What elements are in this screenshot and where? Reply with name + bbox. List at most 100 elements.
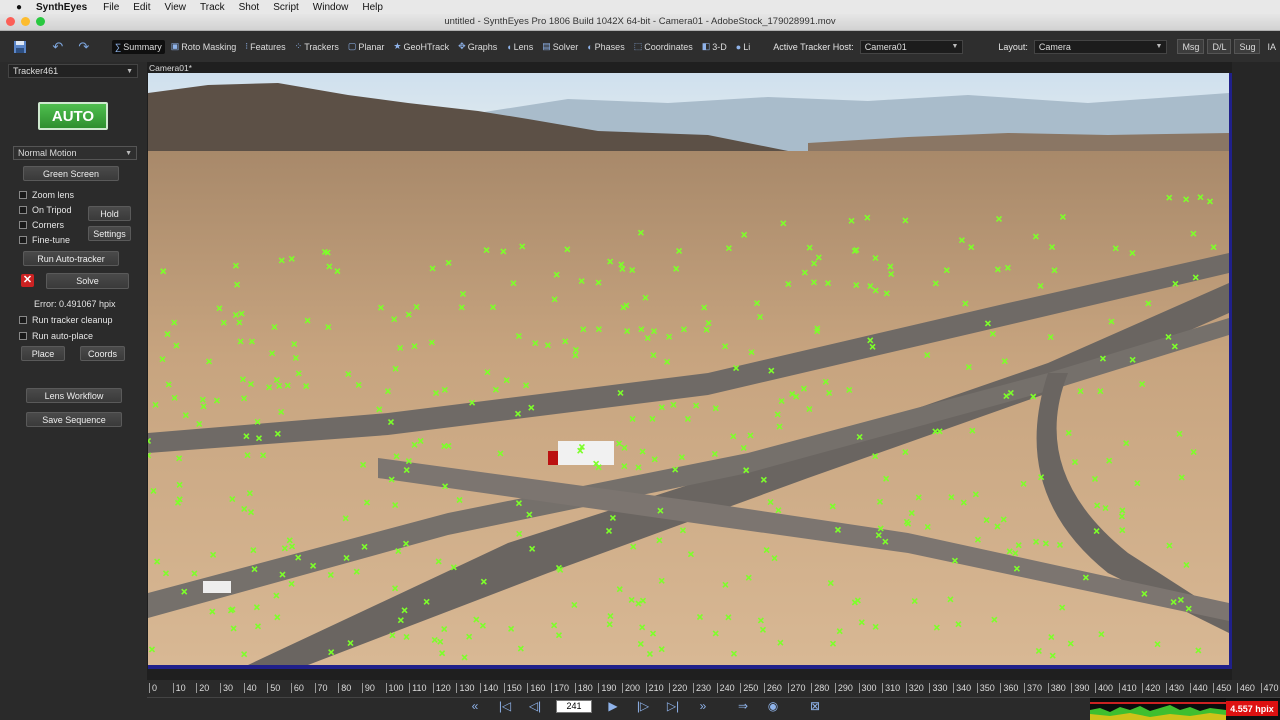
roto-icon: ▣	[170, 41, 180, 51]
tab-label: 3-D	[712, 41, 727, 52]
step-back-icon[interactable]: ◁|	[520, 699, 550, 713]
zoom-lens-checkbox[interactable]: Zoom lens	[19, 190, 74, 200]
msg-button[interactable]: Msg	[1177, 39, 1205, 54]
dl-button[interactable]: D/L	[1207, 39, 1232, 54]
tab-phases[interactable]: ◐ Phases	[584, 40, 627, 54]
magnifier-icon[interactable]: ◉	[758, 699, 788, 713]
motion-select[interactable]: Normal Motion ▼	[13, 146, 137, 160]
rewind-icon[interactable]: «	[460, 699, 490, 713]
run-auto-place-checkbox[interactable]: Run auto-place	[19, 331, 93, 341]
lens-icon: ◖	[506, 41, 512, 52]
ruler-tick: 190	[598, 683, 616, 693]
place-button[interactable]: Place	[21, 346, 65, 361]
menu-shot[interactable]: Shot	[239, 2, 260, 13]
go-to-start-icon[interactable]: |◁	[490, 699, 520, 713]
ruler-tick: 290	[834, 683, 853, 693]
ruler-tick: 220	[669, 683, 687, 693]
ruler-tick: 80	[338, 683, 351, 693]
run-tracker-cleanup-checkbox[interactable]: Run tracker cleanup	[19, 315, 113, 325]
ruler-tick: 90	[361, 683, 375, 693]
auto-button[interactable]: AUTO	[38, 102, 108, 130]
solve-button[interactable]: Solve	[46, 273, 129, 289]
checkbox-box	[19, 221, 27, 229]
ruler-tick: 240	[716, 683, 735, 693]
tab-features[interactable]: ⁝ Features	[242, 39, 288, 54]
tab-trackers[interactable]: ⁘ Trackers	[292, 39, 342, 54]
ruler-tick: 120	[432, 683, 451, 693]
tab-coordinates[interactable]: ⬚ Coordinates	[631, 39, 696, 54]
tab-lens[interactable]: ◖ Lens	[503, 40, 536, 54]
tab-summary[interactable]: ∑ Summary	[111, 39, 165, 54]
mac-menubar: ● SynthEyes File Edit View Track Shot Sc…	[0, 0, 1280, 14]
play-icon[interactable]: ▶	[598, 699, 628, 713]
playback-direction-icon[interactable]: ⇒	[728, 699, 758, 713]
tracker-select[interactable]: Tracker461 ▼	[8, 64, 138, 78]
tab-planar[interactable]: ▢ Planar	[345, 39, 388, 54]
ruler-tick: 350	[976, 683, 995, 693]
ruler-tick: 30	[219, 683, 233, 693]
sug-button[interactable]: Sug	[1234, 39, 1261, 54]
fast-forward-icon[interactable]: »	[688, 699, 718, 713]
tab-3-d[interactable]: ◧ 3-D	[699, 39, 730, 54]
active-tracker-host-select[interactable]: Camera01 ▼	[859, 39, 964, 54]
layout-select[interactable]: Camera ▼	[1033, 39, 1168, 54]
step-forward-icon[interactable]: |▷	[628, 699, 658, 713]
undo-icon[interactable]: ↶	[48, 38, 68, 56]
motion-select-value: Normal Motion	[18, 148, 77, 158]
menu-file[interactable]: File	[103, 2, 119, 13]
ia-button[interactable]: IA	[1263, 39, 1280, 54]
ruler-tick: 50	[267, 683, 280, 693]
summary-panel: Tracker461 ▼ AUTO Normal Motion ▼ Green Sc…	[0, 62, 148, 680]
footage-image[interactable]	[148, 73, 1229, 665]
corners-checkbox[interactable]: Corners	[19, 220, 64, 230]
tab-geohtrack[interactable]: ★ GeoHTrack	[390, 39, 452, 54]
save-icon[interactable]	[10, 38, 30, 56]
solve-error-text: Error: 0.491067 hpix	[34, 299, 116, 309]
ruler-tick: 130	[456, 683, 474, 693]
run-auto-tracker-button[interactable]: Run Auto-tracker	[23, 251, 119, 266]
ruler-tick: 320	[905, 683, 924, 693]
camera-viewport[interactable]: Camera01*	[147, 62, 1280, 680]
go-to-end-icon[interactable]: ▷|	[658, 699, 688, 713]
menu-track[interactable]: Track	[200, 2, 225, 13]
save-sequence-button[interactable]: Save Sequence	[26, 412, 122, 427]
app-menu[interactable]: SynthEyes	[36, 2, 87, 13]
fine-tune-checkbox[interactable]: Fine-tune	[19, 235, 70, 245]
green-screen-button[interactable]: Green Screen	[23, 166, 119, 181]
apple-icon[interactable]: ●	[12, 2, 26, 13]
3d-icon: ◧	[701, 41, 711, 51]
coords-button[interactable]: Coords	[80, 346, 125, 361]
coordinates-icon: ⬚	[633, 41, 643, 51]
menu-view[interactable]: View	[165, 2, 187, 13]
current-frame-field[interactable]: 241	[556, 699, 592, 713]
settings-button[interactable]: Settings	[88, 226, 131, 241]
redo-icon[interactable]: ↷	[74, 38, 94, 56]
menu-script[interactable]: Script	[273, 2, 299, 13]
chevron-down-icon: ▼	[125, 149, 132, 157]
ruler-tick: 410	[1118, 683, 1137, 693]
on-tripod-checkbox[interactable]: On Tripod	[19, 205, 72, 215]
ruler-tick: 180	[574, 683, 593, 693]
ruler-tick: 170	[551, 683, 569, 693]
ruler-tick: 280	[811, 683, 829, 693]
menu-window[interactable]: Window	[313, 2, 349, 13]
ruler-tick: 310	[882, 683, 900, 693]
tab-roto-masking[interactable]: ▣ Roto Masking	[168, 39, 240, 54]
video-frame[interactable]	[148, 73, 1237, 669]
lens-workflow-button[interactable]: Lens Workflow	[26, 388, 122, 403]
tab-li[interactable]: ● Li	[733, 40, 753, 54]
chevron-down-icon: ▼	[126, 67, 133, 75]
menu-edit[interactable]: Edit	[133, 2, 150, 13]
tab-graphs[interactable]: ✥ Graphs	[455, 39, 500, 54]
frame-ruler[interactable]: 0 10 20 30 40 50 60 70 80 90 100 110 120 130 140 150 160…	[147, 680, 1280, 698]
tab-label: Lens	[513, 41, 534, 52]
on-tripod-label: On Tripod	[32, 205, 72, 215]
trackers-icon: ⁘	[294, 41, 303, 51]
menu-help[interactable]: Help	[362, 2, 383, 13]
hold-button[interactable]: Hold	[88, 206, 131, 221]
ruler-tick: 210	[645, 683, 664, 693]
ruler-tick: 330	[929, 683, 947, 693]
tab-solver[interactable]: ▤ Solver	[539, 39, 581, 54]
fit-frame-icon[interactable]: ⊠	[800, 699, 830, 713]
run-tracker-cleanup-label: Run tracker cleanup	[32, 315, 113, 325]
